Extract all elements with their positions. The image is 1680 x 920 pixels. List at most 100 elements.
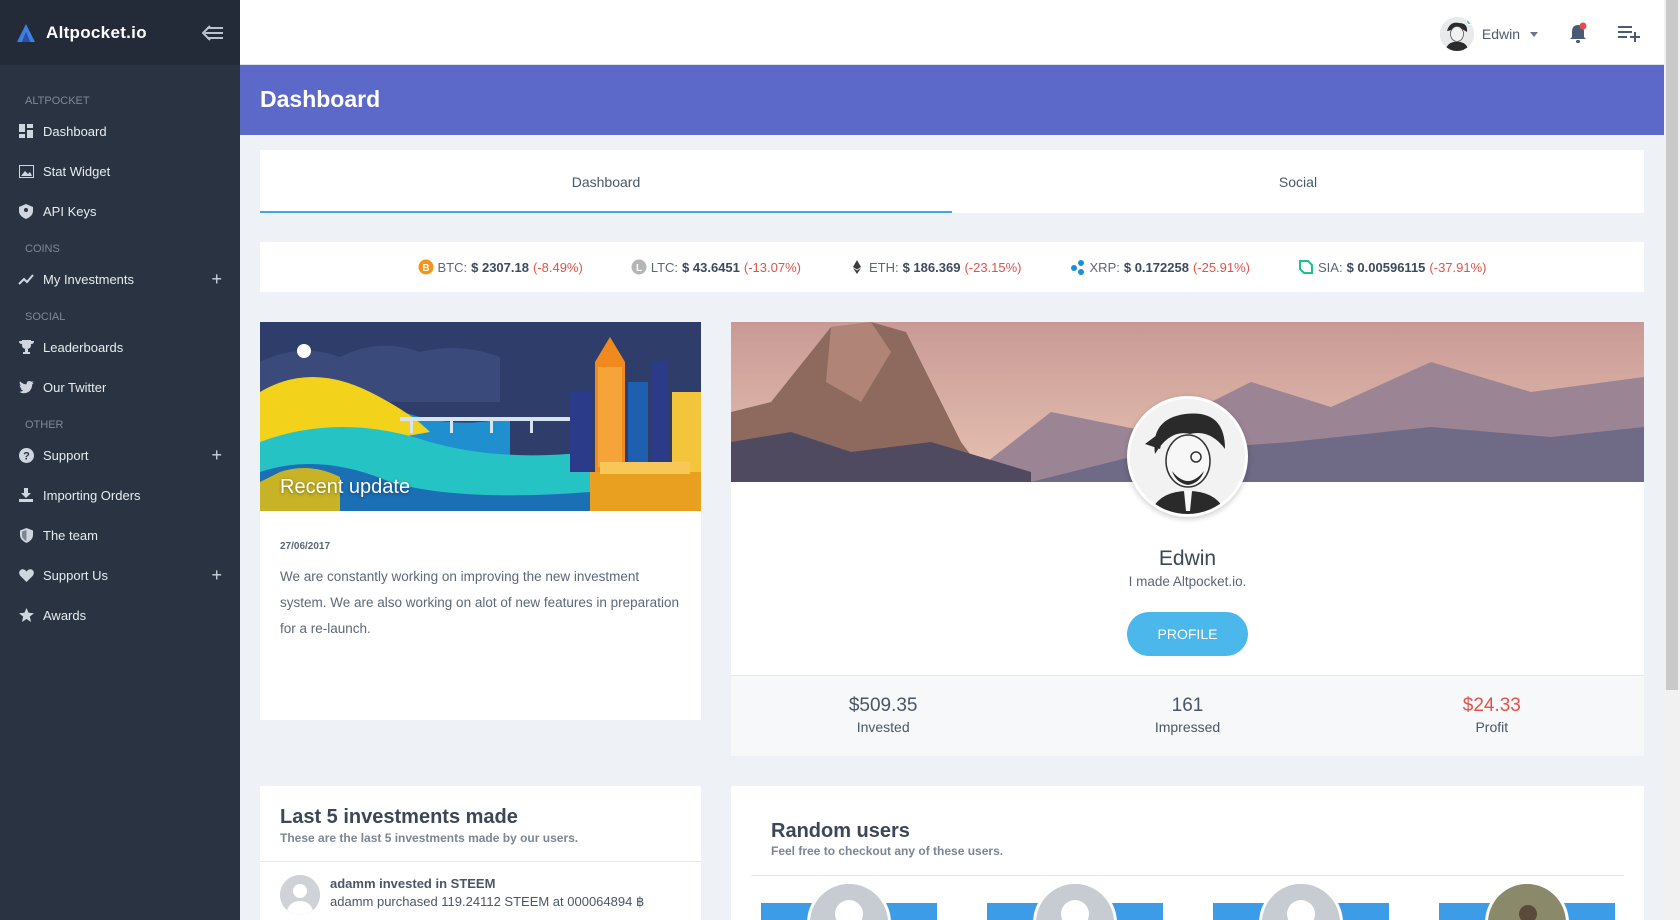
expand-plus-icon[interactable]: + [211, 565, 222, 586]
sidebar-section-title: SOCIAL [25, 311, 66, 323]
profile-avatar[interactable] [1127, 396, 1248, 517]
sidebar-item-label: API Keys [43, 203, 97, 219]
tab-bar: Dashboard Social [260, 150, 1644, 213]
chevron-down-icon[interactable] [1530, 31, 1538, 37]
sidebar-item-importing-orders[interactable]: Importing Orders [0, 475, 240, 515]
sidebar-item-support-us[interactable]: Support Us + [0, 555, 240, 595]
trophy-icon [18, 339, 34, 355]
dashboard-icon [18, 123, 34, 139]
help-icon: ? [18, 447, 34, 463]
sidebar-item-label: Awards [43, 607, 87, 623]
shield-key-icon [18, 203, 34, 219]
ticker-price: $ 2307.18 [471, 259, 529, 275]
profile-bio: I made Altpocket.io. [1128, 574, 1247, 589]
altpocket-logo-icon[interactable] [16, 23, 36, 43]
page-header: Dashboard [240, 65, 1664, 135]
sidebar-item-our-twitter[interactable]: Our Twitter [0, 367, 240, 407]
ticker-item-eth[interactable]: ETH: $ 186.369 (-23.15%) [849, 259, 1022, 275]
ticker-item-btc[interactable]: B BTC: $ 2307.18 (-8.49%) [418, 259, 583, 275]
ticker-change: (-8.49%) [532, 259, 583, 275]
user-name[interactable]: Edwin [1482, 26, 1520, 42]
expand-plus-icon[interactable]: + [211, 445, 222, 466]
user-menu[interactable]: Edwin [1439, 17, 1538, 51]
sidebar-item-dashboard[interactable]: Dashboard [0, 111, 240, 151]
brand-header: Altpocket.io [0, 0, 240, 65]
investor-avatar[interactable] [280, 875, 320, 915]
sidebar-item-label: Dashboard [43, 123, 107, 139]
ticker-item-xrp[interactable]: XRP: $ 0.172258 (-25.91%) [1070, 259, 1251, 275]
sidebar-item-leaderboards[interactable]: Leaderboards [0, 327, 240, 367]
brand-name[interactable]: Altpocket.io [46, 23, 147, 43]
sidebar-item-awards[interactable]: Awards [0, 595, 240, 635]
sidebar-item-stat-widget[interactable]: Stat Widget [0, 151, 240, 191]
shield-icon [18, 527, 34, 543]
stat-profit: $24.33 Profit [1340, 676, 1644, 756]
ticker-price: $ 0.00596115 [1346, 259, 1426, 275]
ticker-item-sia[interactable]: SIA: $ 0.00596115 (-37.91%) [1298, 259, 1486, 275]
random-user-avatar[interactable] [1033, 881, 1117, 920]
random-user-avatar[interactable] [1485, 881, 1569, 920]
heart-icon [18, 567, 34, 583]
update-date: 27/06/2017 [280, 541, 331, 552]
page-scrollbar[interactable] [1664, 0, 1680, 920]
stat-label: Impressed [1154, 719, 1221, 735]
trend-icon [18, 271, 34, 287]
ticker-symbol: SIA: [1318, 259, 1343, 275]
investment-headline[interactable]: adamm invested in STEEM [330, 876, 495, 891]
sidebar-item-label: My Investments [43, 271, 135, 287]
profile-name: Edwin [1158, 547, 1217, 570]
expand-plus-icon[interactable]: + [211, 269, 222, 290]
stat-invested: $509.35 Invested [731, 676, 1035, 756]
stat-label: Invested [856, 719, 910, 735]
sidebar-item-my-investments[interactable]: My Investments + [0, 259, 240, 299]
divider [751, 875, 1624, 876]
online-status-dot [1465, 17, 1474, 25]
profile-stats: $509.35 Invested 161 Impressed $24.33 Profit [731, 675, 1644, 756]
sidebar-item-label: Support Us [43, 567, 109, 583]
sidebar-item-label: Stat Widget [43, 163, 111, 179]
sidebar-item-label: The team [43, 527, 98, 543]
profile-avatar-image [1130, 399, 1245, 514]
tab-dashboard[interactable]: Dashboard [260, 150, 952, 213]
stat-impressed: 161 Impressed [1035, 676, 1339, 756]
user-avatar[interactable] [1439, 17, 1474, 51]
random-user-avatar[interactable] [807, 881, 891, 920]
stat-value: $509.35 [848, 695, 918, 716]
profile-button[interactable]: PROFILE [1127, 612, 1248, 656]
sidebar-section-title: ALTPOCKET [25, 95, 90, 107]
sidebar-section-title: OTHER [25, 419, 64, 431]
tab-social[interactable]: Social [952, 150, 1644, 213]
stat-label: Profit [1475, 719, 1509, 735]
ticker-change: (-23.15%) [964, 259, 1022, 275]
random-user-avatar[interactable] [1259, 881, 1343, 920]
sidebar-item-label: Support [43, 447, 89, 463]
playlist-add-icon[interactable] [1618, 24, 1640, 42]
btc-coin-icon: B [418, 259, 434, 275]
topbar: Edwin [240, 0, 1664, 65]
user-photo [1488, 884, 1566, 920]
sidebar-nav: ALTPOCKET Dashboard Stat Widget API Keys COI… [0, 83, 240, 635]
ticker-change: (-25.91%) [1192, 259, 1251, 275]
stat-value: $24.33 [1462, 695, 1521, 716]
sidebar-item-api-keys[interactable]: API Keys [0, 191, 240, 231]
default-user-icon [810, 884, 888, 920]
sidebar-section-title: COINS [25, 243, 60, 255]
collapse-sidebar-icon[interactable] [202, 24, 224, 41]
ticker-item-ltc[interactable]: L LTC: $ 43.6451 (-13.07%) [631, 259, 801, 275]
default-user-icon [1036, 884, 1114, 920]
random-users-title: Random users [771, 820, 910, 842]
sidebar-item-support[interactable]: ? Support + [0, 435, 240, 475]
sidebar-item-the-team[interactable]: The team [0, 515, 240, 555]
sidebar: Altpocket.io ALTPOCKET Dashboard Stat Widg… [0, 0, 240, 920]
random-users-card: Random users Feel free to checkout any o… [731, 786, 1644, 920]
scrollbar-thumb[interactable] [1666, 0, 1678, 690]
investment-row[interactable]: adamm invested in STEEM adamm purchased … [260, 861, 701, 920]
update-title: Recent update [280, 476, 411, 498]
image-icon [18, 163, 34, 179]
profile-card: Edwin I made Altpocket.io. PROFILE $509.… [731, 322, 1644, 756]
investments-title: Last 5 investments made [280, 806, 518, 828]
notification-bell-icon[interactable] [1568, 22, 1588, 44]
svg-text:L: L [636, 263, 642, 274]
page-title: Dashboard [260, 86, 381, 112]
eth-coin-icon [849, 259, 865, 275]
